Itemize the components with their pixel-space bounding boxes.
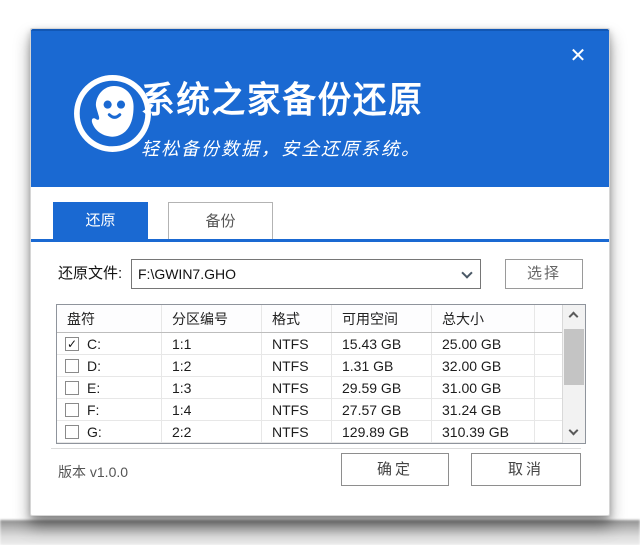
combobox-value: F:\GWIN7.GHO bbox=[138, 260, 236, 288]
cancel-button[interactable]: 取消 bbox=[471, 453, 581, 486]
row-checkbox[interactable]: ✓ bbox=[65, 337, 79, 351]
cell-format: NTFS bbox=[262, 399, 332, 420]
row-checkbox[interactable] bbox=[65, 381, 79, 395]
cell-partition: 1:2 bbox=[162, 355, 262, 376]
window-header: ✕ 系统之家备份还原 轻松备份数据，安全还原系统。 bbox=[31, 29, 609, 187]
footer-divider bbox=[51, 448, 581, 449]
cell-filler bbox=[535, 421, 562, 442]
cell-total-size: 31.24 GB bbox=[432, 399, 535, 420]
scrollbar-down-button[interactable] bbox=[563, 423, 585, 443]
cell-free-space: 129.89 GB bbox=[332, 421, 432, 442]
cell-total-size: 31.00 GB bbox=[432, 377, 535, 398]
cell-free-space: 29.59 GB bbox=[332, 377, 432, 398]
photo-bottom-shadow bbox=[0, 520, 640, 545]
restore-file-row: 还原文件: F:\GWIN7.GHO 选择 bbox=[58, 259, 583, 289]
chevron-down-icon[interactable] bbox=[461, 267, 472, 278]
cell-free-space: 1.31 GB bbox=[332, 355, 432, 376]
tab-restore[interactable]: 还原 bbox=[53, 202, 148, 239]
ok-button[interactable]: 确定 bbox=[341, 453, 449, 486]
cell-filler bbox=[535, 333, 562, 354]
cell-free-space: 27.57 GB bbox=[332, 399, 432, 420]
cell-format: NTFS bbox=[262, 333, 332, 354]
scrollbar-thumb[interactable] bbox=[564, 329, 584, 385]
header-cell-filler bbox=[535, 305, 562, 332]
cell-drive: D: bbox=[57, 355, 162, 376]
tab-backup[interactable]: 备份 bbox=[168, 202, 273, 239]
cell-partition: 2:2 bbox=[162, 421, 262, 442]
cell-filler bbox=[535, 377, 562, 398]
partition-table: 盘符分区编号格式可用空间总大小✓C:1:1NTFS15.43 GB25.00 G… bbox=[56, 304, 586, 444]
cell-drive: F: bbox=[57, 399, 162, 420]
app-window: ✕ 系统之家备份还原 轻松备份数据，安全还原系统。 还原备份 还原文件: bbox=[30, 28, 610, 516]
close-button[interactable]: ✕ bbox=[565, 43, 591, 69]
title-block: 系统之家备份还原 轻松备份数据，安全还原系统。 bbox=[141, 71, 445, 161]
cell-format: NTFS bbox=[262, 421, 332, 442]
cell-total-size: 32.00 GB bbox=[432, 355, 535, 376]
chevron-up-icon bbox=[569, 312, 579, 322]
cell-free-space: 15.43 GB bbox=[332, 333, 432, 354]
cell-drive: G: bbox=[57, 421, 162, 442]
cell-total-size: 25.00 GB bbox=[432, 333, 535, 354]
screenshot-stage: ✕ 系统之家备份还原 轻松备份数据，安全还原系统。 还原备份 还原文件: bbox=[0, 0, 640, 545]
header-cell-3[interactable]: 可用空间 bbox=[332, 305, 432, 332]
cell-format: NTFS bbox=[262, 355, 332, 376]
page-title: 系统之家备份还原 bbox=[141, 71, 424, 123]
cell-drive: ✓C: bbox=[57, 333, 162, 354]
cell-partition: 1:4 bbox=[162, 399, 262, 420]
scrollbar-up-button[interactable] bbox=[563, 305, 585, 325]
cell-filler bbox=[535, 399, 562, 420]
cell-drive: E: bbox=[57, 377, 162, 398]
row-checkbox[interactable] bbox=[65, 359, 79, 373]
select-file-button[interactable]: 选择 bbox=[505, 259, 583, 289]
cell-total-size: 310.39 GB bbox=[432, 421, 535, 442]
table-row[interactable]: E:1:3NTFS29.59 GB31.00 GB bbox=[57, 377, 562, 399]
header-cell-4[interactable]: 总大小 bbox=[432, 305, 535, 332]
row-checkbox[interactable] bbox=[65, 425, 79, 439]
chevron-down-icon bbox=[569, 426, 579, 436]
tab-bar: 还原备份 bbox=[31, 204, 609, 242]
cell-partition: 1:3 bbox=[162, 377, 262, 398]
header-cell-2[interactable]: 格式 bbox=[262, 305, 332, 332]
table-row[interactable]: F:1:4NTFS27.57 GB31.24 GB bbox=[57, 399, 562, 421]
version-label: 版本 v1.0.0 bbox=[58, 459, 128, 485]
table-row[interactable]: D:1:2NTFS1.31 GB32.00 GB bbox=[57, 355, 562, 377]
header-cell-0[interactable]: 盘符 bbox=[57, 305, 162, 332]
table-row[interactable]: G:2:2NTFS129.89 GB310.39 GB bbox=[57, 421, 562, 443]
cell-partition: 1:1 bbox=[162, 333, 262, 354]
app-subtitle: 轻松备份数据，安全还原系统。 bbox=[141, 135, 445, 161]
restore-file-label: 还原文件: bbox=[58, 259, 122, 289]
scrollbar[interactable] bbox=[562, 305, 585, 443]
restore-file-combobox[interactable]: F:\GWIN7.GHO bbox=[131, 259, 481, 289]
table-row[interactable]: ✓C:1:1NTFS15.43 GB25.00 GB bbox=[57, 333, 562, 355]
cell-filler bbox=[535, 355, 562, 376]
table-header: 盘符分区编号格式可用空间总大小 bbox=[57, 305, 562, 333]
header-cell-1[interactable]: 分区编号 bbox=[162, 305, 262, 332]
row-checkbox[interactable] bbox=[65, 403, 79, 417]
cell-format: NTFS bbox=[262, 377, 332, 398]
